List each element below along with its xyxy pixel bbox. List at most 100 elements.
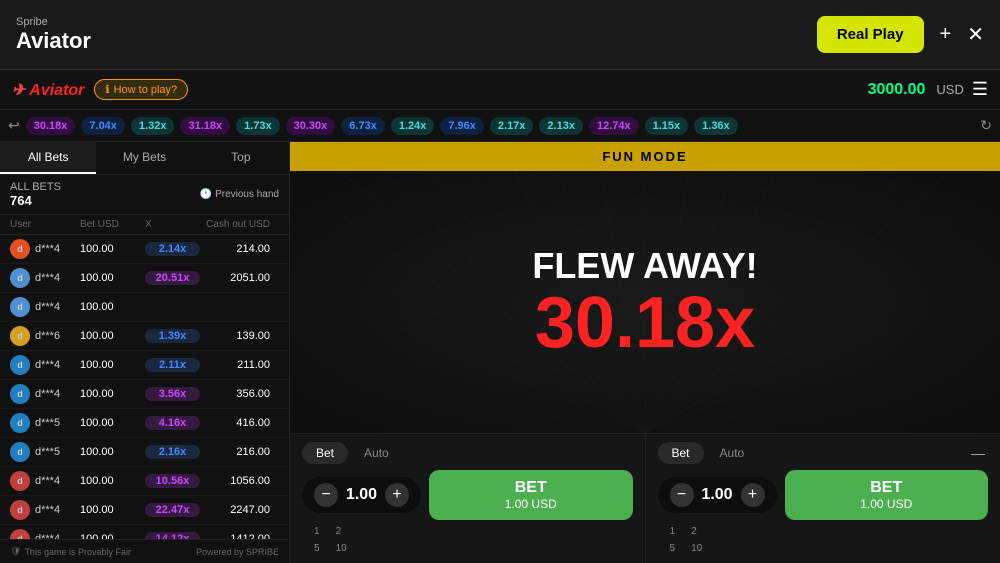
panel-2-tab-auto[interactable]: Auto <box>706 442 759 464</box>
tab-all-bets[interactable]: All Bets <box>0 142 96 174</box>
shield-icon: 🛡 <box>10 546 21 557</box>
real-play-button[interactable]: Real Play <box>817 16 924 53</box>
multiplier-bar: ↩ 30.18x 7.04x 1.32x 31.18x 1.73x 30.30x… <box>0 110 1000 142</box>
cashout-mult: 2.16x <box>145 445 200 459</box>
mult-badge[interactable]: 2.17x <box>490 117 534 135</box>
panel-1-tab-bet[interactable]: Bet <box>302 442 348 464</box>
close-button[interactable]: ✕ <box>967 22 984 47</box>
panel-1-increase-button[interactable]: + <box>385 483 409 507</box>
panel-2-increase-button[interactable]: + <box>741 483 765 507</box>
all-bets-label: ALL BETS <box>10 181 61 193</box>
cashout-value: 211.00 <box>200 359 270 371</box>
quick-amt-10b[interactable]: 10 <box>691 543 702 554</box>
subheader-left: ✈ Aviator ℹ How to play? <box>12 79 188 100</box>
previous-hand-button[interactable]: 🕐 Previous hand <box>200 189 279 200</box>
header: Spribe Aviator Real Play + ✕ <box>0 0 1000 70</box>
username: d***6 <box>35 330 60 342</box>
panel-1-decrease-button[interactable]: − <box>314 483 338 507</box>
mult-badge[interactable]: 30.18x <box>26 117 76 135</box>
provably-fair-label: This game is Provably Fair <box>24 547 131 557</box>
panel-2-minimize-button[interactable]: — <box>968 443 988 463</box>
mult-badge[interactable]: 1.24x <box>391 117 435 135</box>
cashout-value: 216.00 <box>200 446 270 458</box>
quick-amt-2[interactable]: 2 <box>336 526 342 537</box>
panel-1-tab-auto[interactable]: Auto <box>350 442 403 464</box>
cashout-mult: 2.14x <box>145 242 200 256</box>
cashout-mult: 10.56x <box>145 474 200 488</box>
panel-1-bet-button[interactable]: BET 1.00 USD <box>429 470 633 520</box>
mult-badge[interactable]: 31.18x <box>180 117 230 135</box>
powered-by: Powered by SPRIBE <box>196 547 279 557</box>
quick-amt-1[interactable]: 1 <box>314 526 320 537</box>
username: d***5 <box>35 446 60 458</box>
col-cashout: Cash out USD <box>200 219 270 230</box>
bet-panel-1: Bet Auto − 1.00 + BET 1.00 USD 1 <box>290 434 646 563</box>
panel-2-bet-label: BET <box>870 478 902 497</box>
mult-badge[interactable]: 30.30x <box>286 117 336 135</box>
panel-1-quick-amounts: 1 2 <box>302 526 633 537</box>
quick-amt-1b[interactable]: 1 <box>670 526 676 537</box>
panel-1-amount: 1.00 <box>344 486 379 504</box>
mult-badge[interactable]: 1.32x <box>131 117 175 135</box>
panel-2-tabs: Bet Auto — <box>658 442 989 464</box>
cashout-value: 2051.00 <box>200 272 270 284</box>
game-canvas: FLEW AWAY! 30.18x <box>290 171 1000 433</box>
mult-badge[interactable]: 7.96x <box>440 117 484 135</box>
panel-2-quick-amounts-2: 5 10 <box>658 543 989 554</box>
table-row: dd***4 100.00 20.51x 2051.00 <box>0 264 289 293</box>
cashout-value: 416.00 <box>200 417 270 429</box>
panel-2-bet-button[interactable]: BET 1.00 USD <box>785 470 989 520</box>
tab-my-bets[interactable]: My Bets <box>96 142 192 174</box>
game-area: FUN MODE <box>290 142 1000 563</box>
bet-amount: 100.00 <box>80 330 145 342</box>
bets-info: ALL BETS 764 <box>10 181 61 208</box>
add-button[interactable]: + <box>940 23 952 46</box>
how-to-play-button[interactable]: ℹ How to play? <box>94 79 188 100</box>
history-back-icon[interactable]: ↩ <box>8 117 20 134</box>
cashout-value: 139.00 <box>200 330 270 342</box>
mult-badge[interactable]: 1.15x <box>645 117 689 135</box>
cashout-value: 356.00 <box>200 388 270 400</box>
col-bet: Bet USD <box>80 219 145 230</box>
table-row: dd***4 100.00 2.14x 214.00 <box>0 235 289 264</box>
panel-2-amount-control: − 1.00 + <box>658 477 777 513</box>
mult-badge[interactable]: 2.13x <box>539 117 583 135</box>
brand-label: Spribe <box>16 16 91 28</box>
clock-icon: 🕐 <box>200 189 212 200</box>
panel-2-tab-bet[interactable]: Bet <box>658 442 704 464</box>
col-x: X <box>145 219 200 230</box>
panel-1-bet-label: BET <box>515 478 547 497</box>
cashout-mult: 2.11x <box>145 358 200 372</box>
table-row: dd***4 100.00 22.47x 2247.00 <box>0 496 289 525</box>
quick-amt-5b[interactable]: 5 <box>670 543 676 554</box>
quick-amt-5[interactable]: 5 <box>314 543 320 554</box>
mult-badge[interactable]: 7.04x <box>81 117 125 135</box>
mult-badge[interactable]: 1.36x <box>694 117 738 135</box>
tab-top[interactable]: Top <box>193 142 289 174</box>
provably-fair: 🛡 This game is Provably Fair <box>10 546 131 557</box>
panel-2-amount: 1.00 <box>700 486 735 504</box>
fun-mode-banner: FUN MODE <box>290 142 1000 171</box>
header-right: Real Play + ✕ <box>817 16 984 53</box>
quick-amt-2b[interactable]: 2 <box>691 526 697 537</box>
menu-icon[interactable]: ☰ <box>972 79 988 100</box>
username: d***4 <box>35 301 60 313</box>
cashout-mult: 20.51x <box>145 271 200 285</box>
quick-amt-10[interactable]: 10 <box>336 543 347 554</box>
balance-currency: USD <box>936 82 963 97</box>
balance-amount: 3000.00 <box>868 81 926 99</box>
mult-badge[interactable]: 6.73x <box>341 117 385 135</box>
panel-1-bet-sub: 1.00 USD <box>505 497 557 511</box>
panel-1-amount-control: − 1.00 + <box>302 477 421 513</box>
table-row: dd***4 100.00 2.11x 211.00 <box>0 351 289 380</box>
table-row: dd***4 100.00 14.12x 1412.00 <box>0 525 289 539</box>
panel-1-controls: − 1.00 + BET 1.00 USD <box>302 470 633 520</box>
cashout-mult: 22.47x <box>145 503 200 517</box>
bet-amount: 100.00 <box>80 446 145 458</box>
scroll-right-icon[interactable]: ↻ <box>980 117 992 134</box>
mult-badge[interactable]: 12.74x <box>589 117 639 135</box>
table-row: dd***4 100.00 3.56x 356.00 <box>0 380 289 409</box>
panel-2-decrease-button[interactable]: − <box>670 483 694 507</box>
mult-badge[interactable]: 1.73x <box>236 117 280 135</box>
panel-1-quick-amounts-2: 5 10 <box>302 543 633 554</box>
